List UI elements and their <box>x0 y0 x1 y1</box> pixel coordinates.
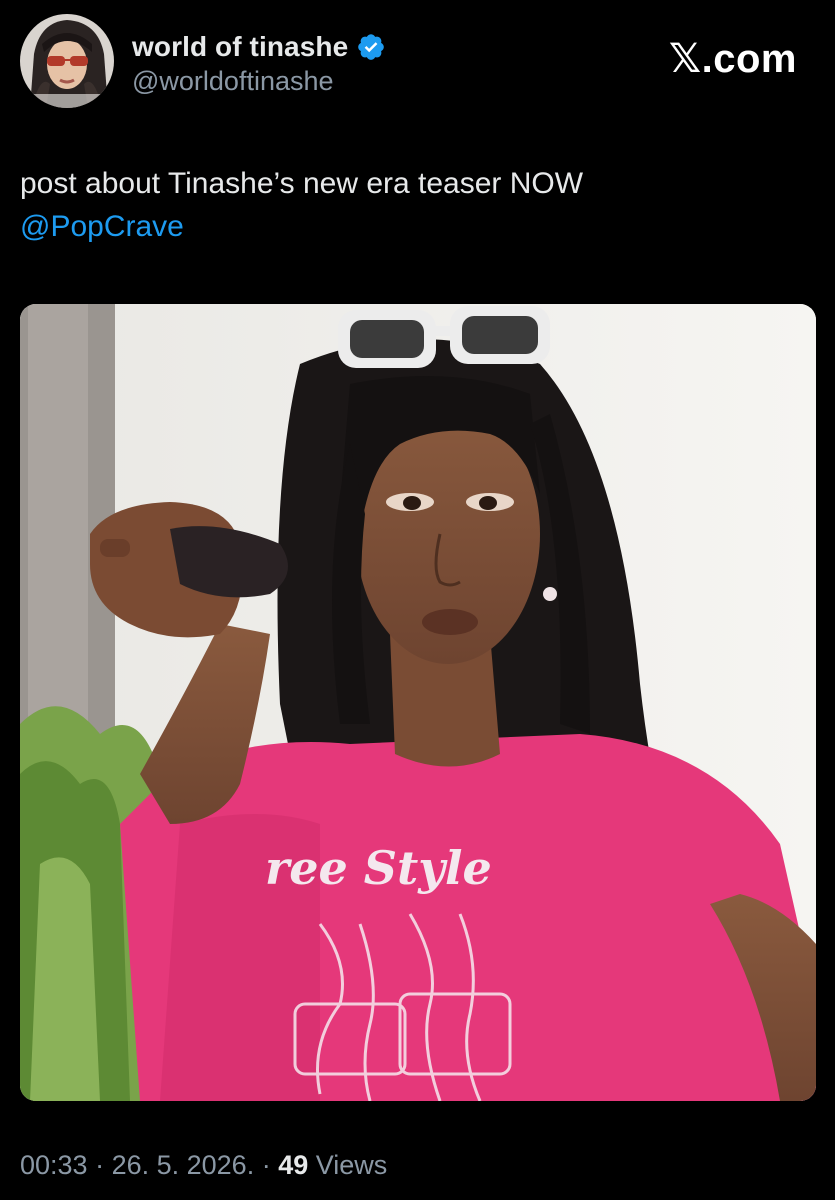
tweet-media-image[interactable]: ree Style <box>20 304 816 1101</box>
tweet-text: post about Tinashe’s new era teaser NOW … <box>20 162 810 248</box>
tweet-header: world of tinashe @worldoftinashe 𝕏.com <box>20 14 815 110</box>
avatar-photo-icon <box>20 14 114 108</box>
verified-badge-icon <box>356 32 386 62</box>
display-name-row: world of tinashe <box>132 30 386 64</box>
timestamp-time[interactable]: 00:33 <box>20 1150 88 1180</box>
author-block: world of tinashe @worldoftinashe <box>132 30 386 97</box>
views-count: 49 <box>278 1150 309 1180</box>
tweet-body: post about Tinashe’s new era teaser NOW <box>20 167 584 200</box>
handle[interactable]: @worldoftinashe <box>132 66 386 97</box>
avatar[interactable] <box>20 14 114 108</box>
photo-woman-pink-shirt: ree Style <box>20 304 816 1101</box>
timestamp-date[interactable]: 26. 5. 2026. <box>112 1150 255 1180</box>
meta-separator: · <box>87 1150 112 1180</box>
views-label: Views <box>308 1150 388 1180</box>
display-name[interactable]: world of tinashe <box>132 31 348 63</box>
mention-link[interactable]: @PopCrave <box>20 205 810 248</box>
tweet-meta: 00:33 · 26. 5. 2026. · 49 Views <box>20 1150 387 1181</box>
meta-separator: · <box>254 1150 279 1180</box>
brand-logo: 𝕏.com <box>668 37 797 81</box>
shirt-text: ree Style <box>265 841 492 895</box>
